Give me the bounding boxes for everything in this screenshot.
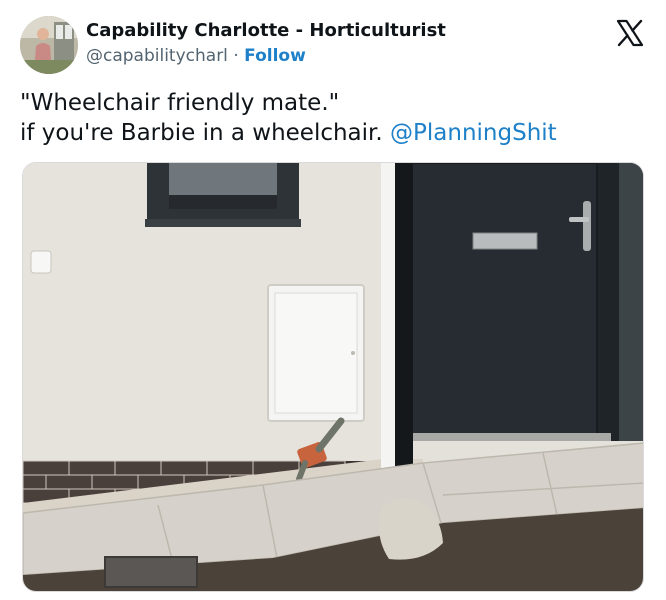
- mention-link[interactable]: @PlanningShit: [390, 120, 557, 146]
- meter-cabinet: [267, 284, 365, 422]
- author-display-name[interactable]: Capability Charlotte - Horticulturist: [86, 20, 446, 42]
- drain-cover: [104, 556, 198, 588]
- tweet-photo[interactable]: [22, 162, 644, 592]
- window: [145, 163, 301, 227]
- separator-dot: ·: [233, 46, 239, 66]
- author-handle[interactable]: @capabilitycharl: [86, 46, 228, 66]
- tweet-line-1: "Wheelchair friendly mate.": [20, 90, 340, 116]
- x-logo-icon[interactable]: [616, 19, 644, 47]
- tweet-line-2: if you're Barbie in a wheelchair.: [20, 120, 383, 146]
- follow-button[interactable]: Follow: [244, 46, 306, 66]
- author-handle-row: @capabilitycharl · Follow: [86, 45, 306, 67]
- tweet-text: "Wheelchair friendly mate." if you're Ba…: [20, 88, 650, 148]
- avatar[interactable]: [20, 16, 78, 74]
- wall-sensor: [30, 250, 52, 274]
- front-door: [395, 163, 643, 441]
- door-frame: [381, 163, 395, 473]
- downpipe: [395, 163, 413, 507]
